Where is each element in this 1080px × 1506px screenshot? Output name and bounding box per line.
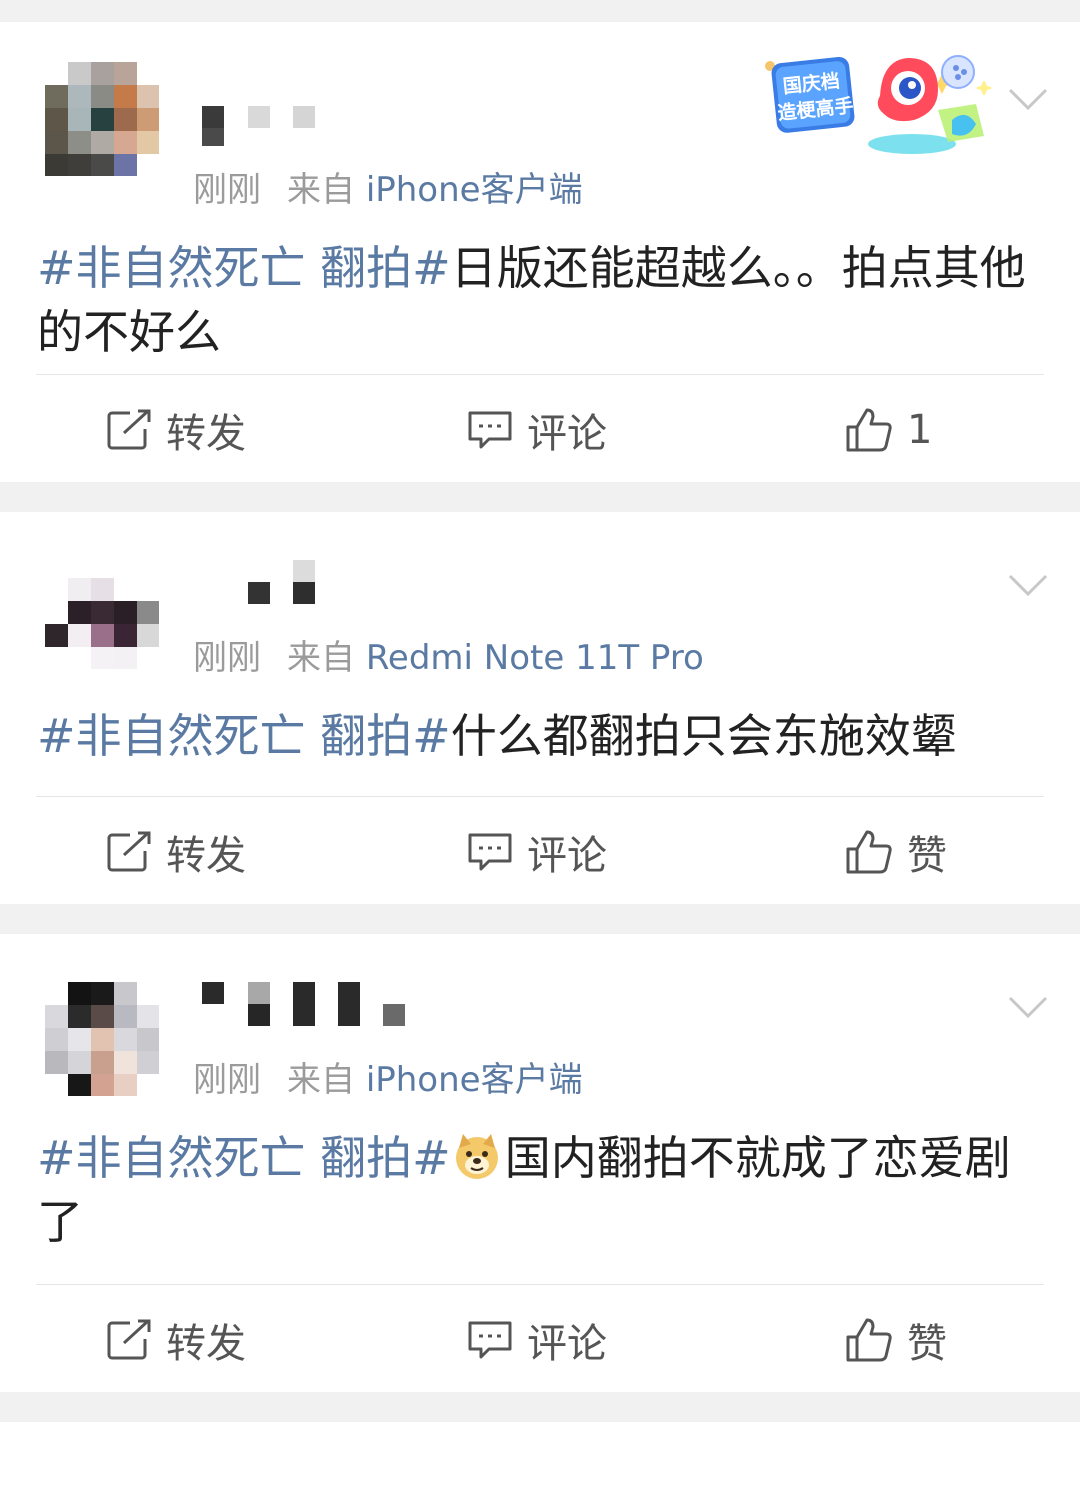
repost-button[interactable]: 转发 [106, 812, 246, 892]
post-text: #非自然死亡 翻拍# 国内翻拍不就成了恋爱剧了 [37, 1126, 1030, 1254]
post-separator [0, 482, 1080, 512]
repost-label: 转发 [166, 411, 246, 457]
action-bar: 转发 评论 1 [0, 390, 1080, 470]
like-label: 赞 [907, 833, 947, 879]
source-prefix: 来自 [287, 638, 355, 678]
divider [36, 796, 1044, 797]
like-icon [846, 830, 892, 874]
post-card-1[interactable]: 刚刚 来自 iPhone客户端 国庆档 造梗高手 #非自然死亡 翻拍#日版还能超越… [0, 22, 1080, 482]
source-prefix: 来自 [287, 1060, 355, 1100]
like-label: 赞 [907, 1321, 947, 1367]
like-icon [846, 1318, 892, 1362]
post-source[interactable]: Redmi Note 11T Pro [366, 638, 704, 678]
hashtag-link[interactable]: #非自然死亡 翻拍# [37, 709, 451, 763]
like-button[interactable]: 1 [845, 390, 932, 470]
comment-button[interactable]: 评论 [467, 390, 607, 470]
post-time: 刚刚 [193, 170, 261, 210]
post-card-4-partial[interactable] [0, 1422, 1080, 1506]
post-time: 刚刚 [193, 638, 261, 678]
post-time: 刚刚 [193, 1060, 261, 1100]
post-source[interactable]: iPhone客户端 [366, 1060, 583, 1100]
user-avatar[interactable] [45, 62, 159, 176]
user-avatar[interactable] [45, 555, 159, 669]
post-card-3[interactable]: 刚刚 来自 iPhone客户端 #非自然死亡 翻拍# 国内翻拍不就成了恋爱剧了 转… [0, 934, 1080, 1392]
comment-label: 评论 [527, 1321, 607, 1367]
divider [36, 374, 1044, 375]
hashtag-link[interactable]: #非自然死亡 翻拍# [37, 1131, 451, 1185]
post-separator [0, 1392, 1080, 1422]
top-separator [0, 0, 1080, 22]
repost-icon [107, 1319, 151, 1360]
divider [36, 1284, 1044, 1285]
action-bar: 转发 评论 赞 [0, 812, 1080, 892]
like-button[interactable]: 赞 [845, 1300, 947, 1380]
comment-label: 评论 [527, 833, 607, 879]
post-body: 什么都翻拍只会东施效颦 [450, 709, 957, 763]
like-button[interactable]: 赞 [845, 812, 947, 892]
action-bar: 转发 评论 赞 [0, 1300, 1080, 1380]
post-source[interactable]: iPhone客户端 [366, 170, 583, 210]
repost-icon [107, 831, 151, 872]
post-separator [0, 904, 1080, 934]
comment-icon [468, 1321, 512, 1359]
badge-mascot[interactable]: 国庆档 造梗高手 [762, 50, 998, 160]
source-prefix: 来自 [287, 170, 355, 210]
comment-button[interactable]: 评论 [467, 1300, 607, 1380]
repost-button[interactable]: 转发 [106, 390, 246, 470]
chevron-down-icon[interactable] [1008, 996, 1048, 1018]
comment-icon [468, 411, 512, 449]
comment-label: 评论 [527, 411, 607, 457]
post-meta: 刚刚 来自 Redmi Note 11T Pro [193, 630, 704, 679]
doge-emoji [455, 1134, 498, 1179]
repost-icon [107, 409, 151, 450]
like-icon [846, 408, 892, 452]
post-text: #非自然死亡 翻拍#日版还能超越么。。拍点其他的不好么 [37, 236, 1030, 364]
like-count: 1 [907, 407, 933, 453]
comment-button[interactable]: 评论 [467, 812, 607, 892]
post-meta: 刚刚 来自 iPhone客户端 [193, 1052, 583, 1101]
repost-label: 转发 [166, 1321, 246, 1367]
repost-button[interactable]: 转发 [106, 1300, 246, 1380]
hashtag-link[interactable]: #非自然死亡 翻拍# [37, 241, 451, 295]
chevron-down-icon[interactable] [1008, 88, 1048, 110]
post-card-2[interactable]: 刚刚 来自 Redmi Note 11T Pro #非自然死亡 翻拍#什么都翻拍只… [0, 512, 1080, 904]
user-avatar[interactable] [45, 982, 159, 1096]
comment-icon [468, 833, 512, 871]
post-meta: 刚刚 来自 iPhone客户端 [193, 162, 583, 211]
post-text: #非自然死亡 翻拍#什么都翻拍只会东施效颦 [37, 704, 1030, 768]
chevron-down-icon[interactable] [1008, 574, 1048, 596]
repost-label: 转发 [166, 833, 246, 879]
